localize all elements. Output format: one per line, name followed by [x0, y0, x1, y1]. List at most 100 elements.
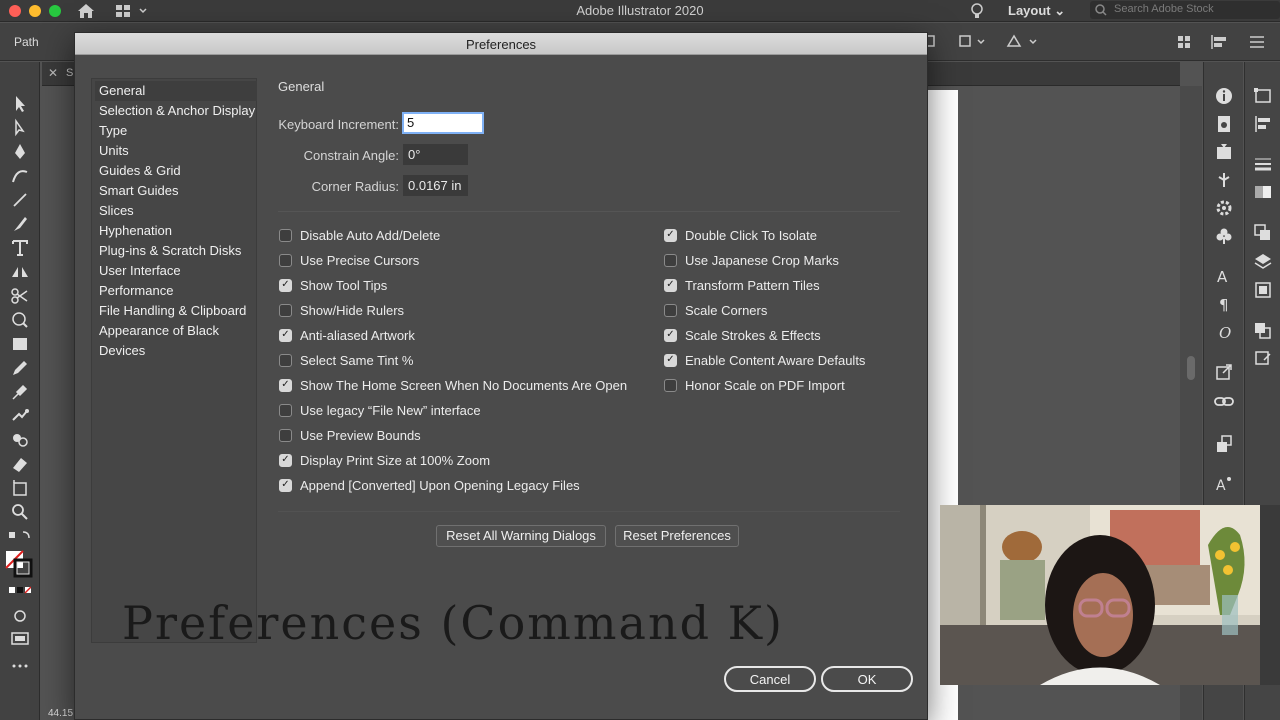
workspace-switcher-icon[interactable]: [114, 2, 150, 20]
document-info-icon[interactable]: [1213, 114, 1235, 134]
isolate-icon[interactable]: [1004, 33, 1040, 51]
libraries-icon[interactable]: [1252, 280, 1274, 300]
warp-tool-icon[interactable]: [9, 310, 31, 330]
category-plugins-scratch-disks[interactable]: Plug-ins & Scratch Disks: [95, 241, 257, 261]
artboard-tool-icon[interactable]: [9, 478, 31, 498]
checkbox-box[interactable]: [664, 378, 677, 392]
checkbox-checked-icon[interactable]: ✓: [279, 278, 292, 292]
gradient-panel-icon[interactable]: [1252, 182, 1274, 202]
transparency-panel-icon[interactable]: [1252, 222, 1274, 242]
checkbox-anti-aliased-artwork[interactable]: ✓ Anti-aliased Artwork: [279, 326, 415, 344]
transform-panel-icon[interactable]: [1252, 348, 1274, 368]
minimize-window-button[interactable]: [29, 5, 41, 17]
curvature-tool-icon[interactable]: [9, 166, 31, 186]
checkbox-honor-scale-pdf[interactable]: Honor Scale on PDF Import: [664, 376, 845, 394]
align-panel-icon[interactable]: [1252, 114, 1274, 134]
screen-mode-icon[interactable]: [9, 628, 31, 648]
character-icon[interactable]: A: [1213, 266, 1235, 286]
puppet-warp-tool-icon[interactable]: [9, 406, 31, 426]
checkbox-checked-icon[interactable]: ✓: [279, 328, 292, 342]
checkbox-checked-icon[interactable]: ✓: [664, 228, 677, 242]
checkbox-checked-icon[interactable]: ✓: [664, 278, 677, 292]
line-tool-icon[interactable]: [9, 190, 31, 210]
checkbox-checked-icon[interactable]: ✓: [664, 328, 677, 342]
home-icon[interactable]: [76, 1, 96, 21]
links-icon[interactable]: [1213, 392, 1235, 412]
checkbox-scale-strokes-effects[interactable]: ✓ Scale Strokes & Effects: [664, 326, 821, 344]
arrange-grid-icon[interactable]: [1172, 33, 1208, 51]
clubs-icon[interactable]: [1213, 226, 1235, 246]
stroke-panel-icon[interactable]: [1252, 154, 1274, 174]
scrollbar-thumb[interactable]: [1187, 356, 1195, 380]
export-icon[interactable]: [1213, 142, 1235, 162]
category-slices[interactable]: Slices: [95, 201, 257, 221]
artboards-icon[interactable]: [1252, 86, 1274, 106]
pathfinder-icon[interactable]: [1252, 320, 1274, 340]
color-mode-icon[interactable]: [9, 582, 31, 602]
more-tools-icon[interactable]: [9, 656, 31, 676]
fill-stroke-icon[interactable]: [5, 550, 33, 578]
direct-selection-tool-icon[interactable]: [9, 118, 31, 138]
checkbox-double-click-to-isolate[interactable]: ✓ Double Click To Isolate: [664, 226, 817, 244]
checkbox-show-tool-tips[interactable]: ✓ Show Tool Tips: [279, 276, 387, 294]
align-icon[interactable]: [956, 33, 992, 51]
info-icon[interactable]: [1213, 86, 1235, 106]
category-performance[interactable]: Performance: [95, 281, 257, 301]
puppet-icon[interactable]: [1213, 170, 1235, 190]
checkbox-select-same-tint[interactable]: Select Same Tint %: [279, 351, 413, 369]
checkbox-checked-icon[interactable]: ✓: [279, 378, 292, 392]
close-tab-icon[interactable]: ✕: [48, 66, 58, 80]
dialog-titlebar[interactable]: Preferences: [75, 33, 927, 55]
share-icon[interactable]: [1213, 362, 1235, 382]
gear-icon[interactable]: [1213, 198, 1235, 218]
checkbox-scale-corners[interactable]: Scale Corners: [664, 301, 767, 319]
asset-export-icon[interactable]: [1213, 434, 1235, 454]
category-devices[interactable]: Devices: [95, 341, 257, 361]
category-appearance-of-black[interactable]: Appearance of Black: [95, 321, 257, 341]
checkbox-use-preview-bounds[interactable]: Use Preview Bounds: [279, 426, 421, 444]
constrain-angle-input[interactable]: 0°: [403, 144, 468, 165]
checkbox-show-home-screen[interactable]: ✓ Show The Home Screen When No Documents …: [279, 376, 627, 394]
checkbox-box[interactable]: [664, 253, 677, 267]
checkbox-box[interactable]: [279, 303, 292, 317]
category-hyphenation[interactable]: Hyphenation: [95, 221, 257, 241]
scissors-tool-icon[interactable]: [9, 286, 31, 306]
checkbox-append-converted[interactable]: ✓ Append [Converted] Upon Opening Legacy …: [279, 476, 580, 494]
align-left-icon[interactable]: [1206, 33, 1242, 51]
paintbrush-tool-icon[interactable]: [9, 214, 31, 234]
corner-radius-input[interactable]: 0.0167 in: [403, 175, 468, 196]
shape-builder-tool-icon[interactable]: [9, 430, 31, 450]
pencil-tool-icon[interactable]: [9, 358, 31, 378]
category-user-interface[interactable]: User Interface: [95, 261, 257, 281]
opentype-icon[interactable]: O: [1213, 322, 1235, 342]
category-general[interactable]: General: [95, 81, 257, 101]
checkbox-checked-icon[interactable]: ✓: [279, 478, 292, 492]
checkbox-box[interactable]: [279, 403, 292, 417]
stock-search-input[interactable]: Search Adobe Stock: [1090, 1, 1280, 19]
ok-button[interactable]: OK: [821, 666, 913, 692]
checkbox-use-precise-cursors[interactable]: Use Precise Cursors: [279, 251, 419, 269]
category-file-handling-clipboard[interactable]: File Handling & Clipboard: [95, 301, 257, 321]
font-icon[interactable]: A: [1213, 474, 1235, 494]
zoom-tool-icon[interactable]: [9, 502, 31, 522]
reset-preferences-button[interactable]: Reset Preferences: [615, 525, 739, 547]
checkbox-box[interactable]: [279, 228, 292, 242]
checkbox-checked-icon[interactable]: ✓: [664, 353, 677, 367]
keyboard-increment-input[interactable]: 5: [402, 112, 484, 134]
checkbox-display-print-size[interactable]: ✓ Display Print Size at 100% Zoom: [279, 451, 490, 469]
pen-tool-icon[interactable]: [9, 142, 31, 162]
cancel-button[interactable]: Cancel: [724, 666, 816, 692]
checkbox-box[interactable]: [279, 353, 292, 367]
close-window-button[interactable]: [9, 5, 21, 17]
checkbox-box[interactable]: [664, 303, 677, 317]
workspace-layout-button[interactable]: Layout ⌄: [1000, 1, 1073, 21]
swap-colors-icon[interactable]: [9, 528, 31, 548]
layers-icon[interactable]: [1252, 252, 1274, 272]
checkbox-japanese-crop-marks[interactable]: Use Japanese Crop Marks: [664, 251, 839, 269]
checkbox-show-hide-rulers[interactable]: Show/Hide Rulers: [279, 301, 404, 319]
checkbox-content-aware-defaults[interactable]: ✓ Enable Content Aware Defaults: [664, 351, 865, 369]
checkbox-disable-auto-add-delete[interactable]: Disable Auto Add/Delete: [279, 226, 440, 244]
paragraph-icon[interactable]: ¶: [1213, 294, 1235, 314]
reflect-tool-icon[interactable]: [9, 262, 31, 282]
checkbox-box[interactable]: [279, 428, 292, 442]
